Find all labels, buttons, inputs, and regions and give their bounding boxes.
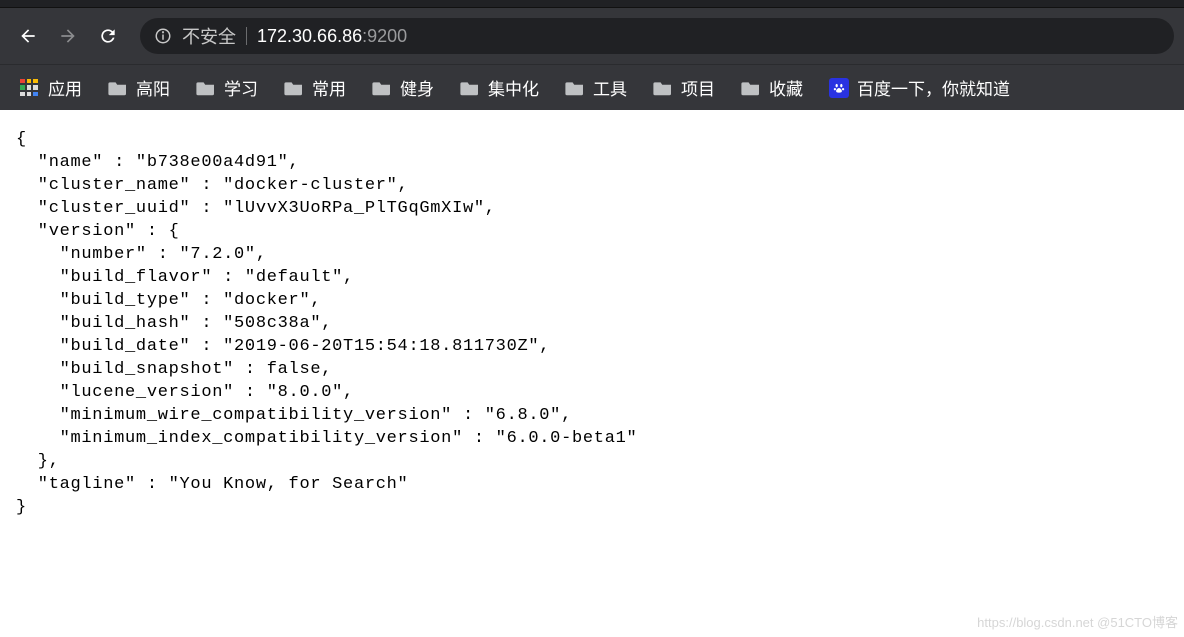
- arrow-left-icon: [18, 26, 38, 46]
- bookmark-item[interactable]: 学习: [186, 69, 268, 106]
- arrow-right-icon: [58, 26, 78, 46]
- bookmark-item[interactable]: 高阳: [98, 69, 180, 106]
- omnibox-divider: [246, 27, 247, 45]
- address-toolbar: 不安全 172.30.66.86:9200: [0, 8, 1184, 64]
- bookmark-item[interactable]: 常用: [274, 69, 356, 106]
- tab-strip: [0, 0, 1184, 8]
- bookmark-label: 常用: [312, 75, 346, 100]
- bookmark-item[interactable]: 健身: [362, 69, 444, 106]
- watermark: https://blog.csdn.net @51CTO博客: [977, 612, 1178, 631]
- url-port: :9200: [362, 26, 407, 46]
- omnibox[interactable]: 不安全 172.30.66.86:9200: [140, 18, 1174, 54]
- back-button[interactable]: [10, 18, 46, 54]
- url-host: 172.30.66.86: [257, 26, 362, 46]
- info-icon: [154, 27, 172, 45]
- bookmark-item[interactable]: 工具: [555, 69, 637, 106]
- bookmark-label: 高阳: [136, 75, 170, 100]
- baidu-icon: [829, 78, 849, 98]
- bookmark-baidu[interactable]: 百度一下，你就知道: [819, 69, 1020, 106]
- bookmark-label: 收藏: [769, 75, 803, 100]
- folder-icon: [741, 80, 761, 96]
- security-label: 不安全: [182, 23, 236, 49]
- folder-icon: [565, 80, 585, 96]
- apps-label: 应用: [48, 75, 82, 100]
- bookmark-item[interactable]: 集中化: [450, 69, 549, 106]
- folder-icon: [372, 80, 392, 96]
- apps-grid-icon: [20, 79, 38, 97]
- folder-icon: [284, 80, 304, 96]
- reload-button[interactable]: [90, 18, 126, 54]
- bookmark-bar: 应用 高阳 学习 常用 健身 集中化 工具 项目 收藏 百度一下，你就知道: [0, 64, 1184, 110]
- bookmark-label: 集中化: [488, 75, 539, 100]
- bookmark-item[interactable]: 项目: [643, 69, 725, 106]
- bookmark-label: 工具: [593, 75, 627, 100]
- bookmark-label: 百度一下，你就知道: [857, 75, 1010, 100]
- bookmark-label: 项目: [681, 75, 715, 100]
- bookmark-label: 学习: [224, 75, 258, 100]
- reload-icon: [98, 26, 118, 46]
- folder-icon: [196, 80, 216, 96]
- folder-icon: [460, 80, 480, 96]
- bookmark-item[interactable]: 收藏: [731, 69, 813, 106]
- apps-button[interactable]: 应用: [10, 69, 92, 106]
- forward-button[interactable]: [50, 18, 86, 54]
- response-body: { "name" : "b738e00a4d91", "cluster_name…: [0, 110, 1184, 537]
- bookmark-label: 健身: [400, 75, 434, 100]
- folder-icon: [108, 80, 128, 96]
- folder-icon: [653, 80, 673, 96]
